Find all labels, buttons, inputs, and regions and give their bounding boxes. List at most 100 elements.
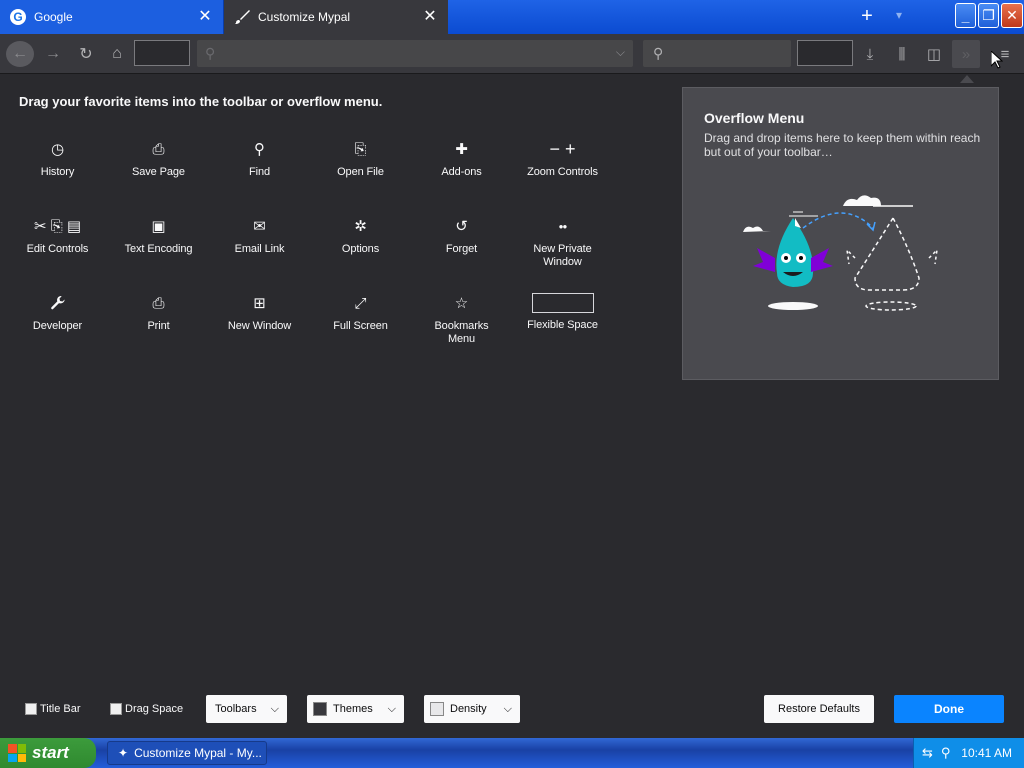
palette-item-find[interactable]: ⚲ Find [209,130,310,200]
forward-button[interactable]: → [42,42,64,66]
back-button[interactable]: ← [6,41,34,67]
theme-thumbnail-icon [313,702,327,716]
palette-item-label: Find [249,166,270,178]
palette-item-forget[interactable]: ↺ Forget [411,207,512,277]
close-icon[interactable]: ✕ [422,9,438,25]
palette-item-print[interactable]: ⎙ Print [108,284,209,354]
done-button[interactable]: Done [894,695,1004,723]
start-button[interactable]: start [0,738,96,768]
start-label: start [32,743,69,762]
palette-item-save-page[interactable]: ⎙ Save Page [108,130,209,200]
palette-item-email-link[interactable]: ✉ Email Link [209,207,310,277]
tab-strip: G Google ✕ Customize Mypal ✕ + ▾ _ ❐ ✕ [0,0,1024,34]
edit-controls-icon: ✂ ⎘ ▤ [33,218,82,235]
customize-footer: Title Bar Drag Space Toolbars ⌵ Themes ⌵… [0,692,1024,726]
palette-item-bookmarks-menu[interactable]: ☆ Bookmarks Menu [411,284,512,354]
url-bar[interactable]: ⚲ ⌵ [197,40,633,67]
palette-item-text-encoding[interactable]: ▣ Text Encoding [108,207,209,277]
open-file-icon: ⎘ [354,140,367,158]
close-icon[interactable]: ✕ [197,9,213,25]
palette-item-label: New Window [227,320,292,332]
palette-item-full-screen[interactable]: ⤢ Full Screen [310,284,411,354]
tab-customize[interactable]: Customize Mypal ✕ [224,0,448,34]
bookmark-star-icon: ☆ [454,295,469,312]
checkbox-label: Title Bar [40,703,81,715]
flexible-space-slot[interactable] [797,40,853,66]
palette-item-open-file[interactable]: ⎘ Open File [310,130,411,200]
network-icon[interactable]: ⇆ [922,745,933,761]
palette-item-label: Bookmarks Menu [434,320,489,345]
palette-item-add-ons[interactable]: ✚ Add-ons [411,130,512,200]
brush-icon [235,10,250,24]
toolbars-dropdown[interactable]: Toolbars ⌵ [206,695,287,723]
mask-icon: ●● [558,221,568,231]
palette-item-edit-controls[interactable]: ✂ ⎘ ▤ Edit Controls [7,207,108,277]
themes-dropdown[interactable]: Themes ⌵ [307,695,404,723]
palette-item-label: Add-ons [441,166,482,178]
checkbox[interactable] [110,703,122,715]
chevron-down-icon: ⌵ [503,702,512,715]
checkbox[interactable] [25,703,37,715]
palette-item-label: New Private Window [533,243,592,268]
palette-item-label: Open File [337,166,384,178]
windows-logo-icon [8,744,26,762]
download-icon[interactable]: ⤓ [860,44,880,64]
new-tab-button[interactable]: + [856,6,878,27]
mypal-app-icon: ✦ [118,746,129,760]
palette-item-options[interactable]: ✲ Options [310,207,411,277]
palette-item-new-window[interactable]: ⊞ New Window [209,284,310,354]
window-close-button[interactable]: ✕ [1001,3,1023,28]
palette-item-label: Flexible Space [527,319,598,331]
dropdown-label: Themes [333,703,373,715]
overflow-button[interactable]: » [952,40,980,68]
new-window-icon: ⊞ [253,295,266,312]
home-button[interactable]: ⌂ [106,42,128,66]
search-icon: ⚲ [205,45,216,61]
chevron-down-icon[interactable]: ⌵ [616,45,625,60]
restore-defaults-button[interactable]: Restore Defaults [764,695,874,723]
palette-item-developer[interactable]: Developer [7,284,108,354]
palette-item-new-private-window[interactable]: ●● New Private Window [512,207,613,277]
palette-item-label: Zoom Controls [527,166,598,178]
density-dropdown[interactable]: Density ⌵ [424,695,520,723]
palette-item-history[interactable]: ◷ History [7,130,108,200]
search-icon[interactable]: ⚲ [941,745,951,761]
fullscreen-icon: ⤢ [354,294,367,312]
search-bar[interactable]: ⚲ [643,40,791,67]
flexible-space-slot[interactable] [134,40,190,66]
dropdown-label: Toolbars [215,703,257,715]
palette-item-label: Email Link [234,243,285,255]
system-tray: ⇆ ⚲ 10:41 AM [913,738,1024,768]
palette-item-zoom-controls[interactable]: − + Zoom Controls [512,130,613,200]
zoom-icon: − + [549,138,576,159]
palette-item-label: Forget [445,243,478,255]
palette-item-label: Full Screen [333,320,388,332]
taskbar-item-mypal[interactable]: ✦ Customize Mypal - My... [107,741,267,765]
overflow-menu-panel[interactable]: Overflow Menu Drag and drop items here t… [682,87,999,380]
wrench-icon [50,292,66,314]
tab-title: Google [34,10,73,24]
chevron-down-icon: ⌵ [270,702,279,715]
tab-google[interactable]: G Google ✕ [0,0,224,34]
flexible-space-box [531,293,594,313]
page-heading: Drag your favorite items into the toolba… [19,94,383,109]
palette-item-label: Print [147,320,170,332]
palette-item-flexible-space[interactable]: Flexible Space [512,284,613,354]
library-icon[interactable]: ⫼ [892,44,912,64]
title-bar-checkbox[interactable]: Title Bar [25,703,81,715]
list-all-tabs-icon[interactable]: ▾ [890,8,908,26]
density-icon [430,702,444,716]
restore-button[interactable]: ❐ [978,3,999,28]
drag-space-checkbox[interactable]: Drag Space [110,703,183,715]
print-icon: ⎙ [152,294,165,312]
minimize-button[interactable]: _ [955,3,976,28]
dragon-illustration [743,195,939,311]
sidebar-icon[interactable]: ◫ [924,44,944,64]
clock-icon: ◷ [50,141,65,158]
palette-item-label: History [40,166,75,178]
clock: 10:41 AM [961,746,1012,760]
mouse-cursor-icon [991,51,1003,69]
palette-item-label: Developer [32,320,83,332]
reload-button[interactable]: ↻ [75,42,97,66]
palette-item-label: Save Page [132,166,185,178]
